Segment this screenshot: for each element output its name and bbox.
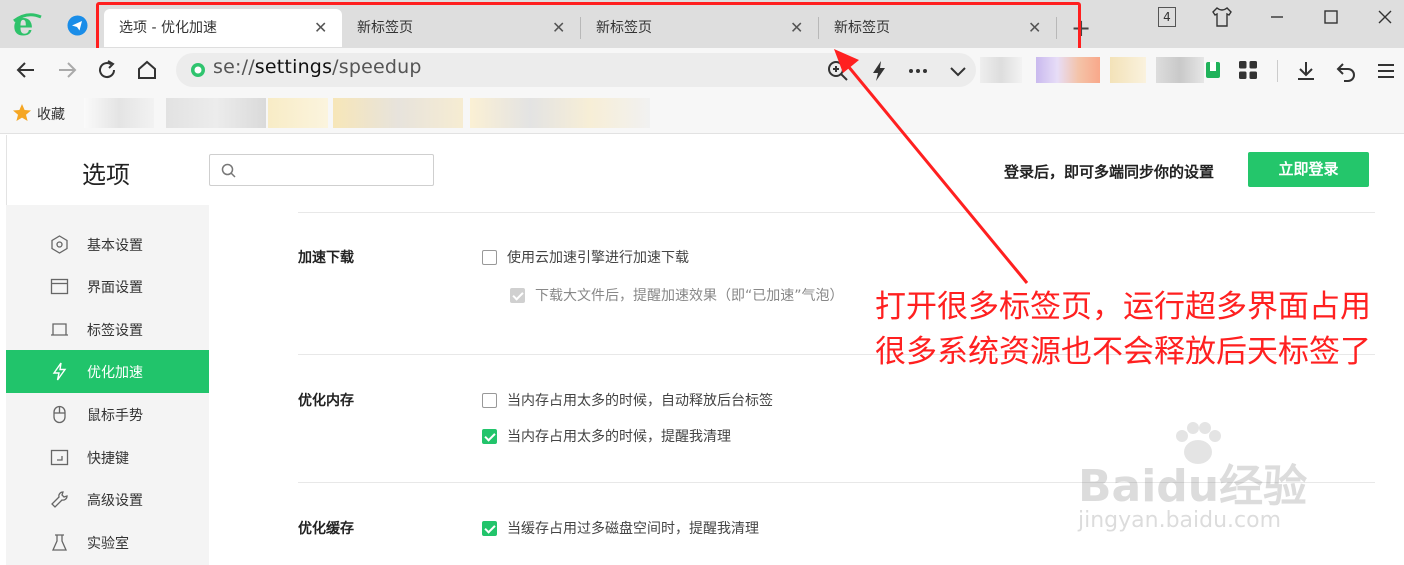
option-label: 使用云加速引擎进行加速下载 (507, 250, 689, 266)
lightning-icon[interactable] (867, 59, 891, 83)
option-label: 当缓存占用过多磁盘空间时，提醒我清理 (507, 521, 759, 537)
blurred-bookmarks (333, 98, 463, 128)
secure-shield-icon (191, 63, 205, 77)
browser-logo-icon[interactable]: e (12, 9, 42, 39)
bookmarks-label[interactable]: 收藏 (37, 104, 65, 124)
flask-icon (51, 534, 68, 551)
checkbox[interactable] (482, 392, 497, 408)
blurred-bookmarks (84, 98, 154, 128)
send-icon[interactable] (67, 15, 88, 36)
url-path: settings (254, 56, 333, 78)
option-auto-release-tabs[interactable]: 当内存占用太多的时候，自动释放后台标签 (482, 390, 773, 410)
sidebar-item-lab[interactable]: 实验室 (6, 521, 209, 564)
sidebar-item-label: 界面设置 (87, 279, 143, 296)
tab-count-button[interactable]: 4 (1157, 6, 1177, 28)
page-title: 选项 (82, 161, 130, 189)
toolbar-divider (1277, 60, 1278, 82)
hexagon-icon (51, 235, 68, 254)
option-speedup-bubble: 下载大文件后，提醒加速效果（即“已加速”气泡） (510, 285, 844, 305)
option-cache-remind[interactable]: 当缓存占用过多磁盘空间时，提醒我清理 (482, 518, 759, 538)
lightning-icon (52, 362, 67, 381)
mouse-icon (53, 405, 66, 424)
apps-grid-icon[interactable] (1238, 60, 1258, 80)
back-icon[interactable] (14, 58, 38, 82)
home-icon[interactable] (135, 58, 159, 82)
menu-icon[interactable] (1374, 59, 1398, 83)
blurred-bookmarks (268, 98, 328, 128)
sidebar-item-mouse-gesture[interactable]: 鼠标手势 (6, 393, 209, 436)
option-label: 当内存占用太多的时候，自动释放后台标签 (507, 393, 773, 409)
url-suffix: /speedup (332, 56, 422, 78)
watermark: Baidu经验 jingyan.baidu.com (1078, 420, 1338, 540)
sidebar-item-shortcuts[interactable]: 快捷键 (6, 436, 209, 479)
checkbox-checked[interactable] (482, 520, 497, 536)
sidebar-item-advanced[interactable]: 高级设置 (6, 478, 209, 521)
forward-icon[interactable] (55, 58, 79, 82)
sidebar-item-tabs[interactable]: 标签设置 (6, 308, 209, 351)
sidebar-item-label: 快捷键 (87, 450, 129, 467)
checkbox-checked[interactable] (482, 428, 497, 444)
sidebar-item-label: 鼠标手势 (87, 407, 143, 424)
maximize-icon[interactable] (1319, 6, 1343, 28)
checkbox (510, 287, 525, 303)
sync-hint: 登录后，即可多端同步你的设置 (1004, 163, 1215, 181)
shortcut-icon (50, 449, 69, 466)
option-label: 下载大文件后，提醒加速效果（即“已加速”气泡） (535, 288, 844, 304)
option-label: 当内存占用太多的时候，提醒我清理 (507, 429, 731, 445)
section-divider (298, 212, 1375, 213)
option-cloud-download[interactable]: 使用云加速引擎进行加速下载 (482, 247, 689, 267)
close-window-icon[interactable] (1373, 6, 1397, 28)
watermark-brand: Baidu经验 (1078, 461, 1308, 512)
more-icon[interactable] (906, 59, 930, 83)
window-icon (50, 278, 69, 295)
url-text[interactable]: se://settings/speedup (213, 56, 422, 78)
section-title-download-speedup: 加速下载 (298, 250, 354, 266)
sidebar-item-speedup[interactable]: 优化加速 (6, 350, 209, 393)
login-button[interactable]: 立即登录 (1248, 152, 1369, 187)
blurred-extensions (1110, 57, 1146, 83)
sidebar-item-label: 基本设置 (87, 237, 143, 254)
blurred-extensions (980, 57, 1022, 83)
option-memory-remind[interactable]: 当内存占用太多的时候，提醒我清理 (482, 426, 731, 446)
checkbox[interactable] (482, 249, 497, 265)
tab-count: 4 (1158, 7, 1176, 27)
minimize-icon[interactable] (1265, 6, 1289, 28)
search-icon (221, 163, 236, 178)
chevron-down-icon[interactable] (946, 59, 970, 83)
annotation-text: 打开很多标签页，运行超多界面占用很多系统资源也不会释放后天标签了 (875, 289, 1371, 370)
blurred-bookmarks (470, 98, 650, 128)
watermark-url: jingyan.baidu.com (1078, 508, 1282, 533)
skin-shirt-icon[interactable] (1210, 6, 1234, 28)
settings-search-input[interactable] (209, 154, 434, 186)
sidebar-item-interface[interactable]: 界面设置 (6, 265, 209, 308)
sidebar-item-label: 优化加速 (87, 364, 143, 381)
blurred-extensions (1156, 57, 1204, 83)
zoom-icon[interactable] (826, 59, 850, 83)
sidebar-item-label: 实验室 (87, 535, 129, 552)
url-prefix: se:// (213, 56, 255, 78)
undo-icon[interactable] (1334, 59, 1358, 83)
sidebar-item-label: 高级设置 (87, 492, 143, 509)
download-icon[interactable] (1294, 59, 1318, 83)
section-title-cache: 优化缓存 (298, 521, 354, 537)
sidebar-item-basic[interactable]: 基本设置 (6, 223, 209, 266)
star-icon (13, 104, 31, 121)
tab-icon (51, 323, 68, 336)
section-title-memory: 优化内存 (298, 393, 354, 409)
blurred-extensions (1036, 57, 1100, 83)
wrench-icon (51, 491, 68, 508)
blurred-bookmarks (166, 98, 266, 128)
reader-icon[interactable] (1205, 61, 1221, 79)
refresh-icon[interactable] (95, 58, 119, 82)
sidebar-item-label: 标签设置 (87, 322, 143, 339)
annotation-highlight-box (96, 2, 1081, 51)
browser-window: e 选项 - 优化加速 ✕ 新标签页 ✕ 新标签页 ✕ 新标签页 ✕ + 4 s… (0, 0, 1404, 565)
